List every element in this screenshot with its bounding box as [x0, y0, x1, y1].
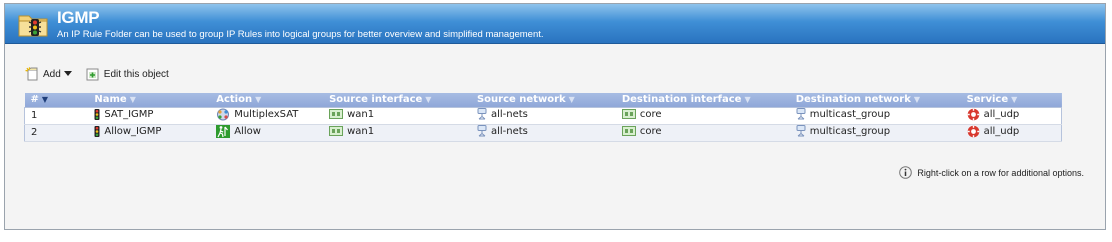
traffic-light-folder-icon — [18, 15, 48, 37]
column-header-action[interactable]: Action ▼ — [210, 93, 323, 107]
sort-icon: ▼ — [129, 95, 136, 105]
service: all_udp — [983, 125, 1020, 137]
column-header-source-network[interactable]: Source network ▼ — [471, 93, 616, 107]
edit-object-button[interactable]: Edit this object — [86, 67, 169, 81]
header-banner: IGMP An IP Rule Folder can be used to gr… — [5, 4, 1105, 44]
traffic-light-icon — [94, 108, 100, 120]
rules-table: # ▼ Name ▼ Action ▼ Source interface ▼ Sourc… — [24, 93, 1062, 142]
service-icon — [967, 108, 979, 120]
context-hint-text: Right-click on a row for additional opti… — [917, 167, 1084, 178]
destination-network: multicast_group — [809, 125, 891, 137]
edit-object-label: Edit this object — [103, 68, 169, 80]
allow-icon — [216, 124, 231, 138]
network-address-icon — [477, 125, 487, 137]
sort-icon: ▼ — [913, 95, 921, 105]
page-description: An IP Rule Folder can be used to group I… — [57, 29, 544, 40]
column-header-service[interactable]: Service ▼ — [961, 93, 1062, 107]
interface-icon — [329, 109, 344, 120]
add-button[interactable]: Add — [25, 67, 72, 81]
source-network: all-nets — [490, 108, 528, 120]
row-index: 1 — [24, 107, 89, 125]
sort-icon: ▼ — [744, 95, 751, 105]
rule-action: MultiplexSAT — [234, 108, 299, 120]
info-icon — [899, 166, 913, 179]
add-item-icon — [25, 67, 38, 81]
column-header-index[interactable]: # ▼ — [25, 93, 89, 107]
service-icon — [967, 125, 979, 137]
source-interface: wan1 — [347, 108, 375, 120]
table-row[interactable]: 2 Allow_IGMP Allow wan1 all-nets core mu… — [24, 124, 1062, 142]
rule-action: Allow — [234, 125, 261, 137]
destination-interface: core — [639, 108, 662, 120]
sort-desc-icon: ▼ — [41, 95, 49, 105]
service: all_udp — [983, 108, 1020, 120]
toolbar: Add Edit this object — [25, 65, 183, 83]
column-header-destination-interface[interactable]: Destination interface ▼ — [616, 93, 790, 107]
add-button-label: Add — [43, 68, 61, 80]
network-address-icon — [477, 108, 487, 120]
interface-icon — [621, 126, 636, 137]
edit-object-icon — [86, 68, 99, 81]
sort-icon: ▼ — [568, 95, 575, 105]
chevron-down-icon — [63, 71, 72, 76]
traffic-light-icon — [94, 125, 100, 137]
rule-name: Allow_IGMP — [104, 125, 162, 137]
sort-icon: ▼ — [255, 95, 262, 105]
table-header-row: # ▼ Name ▼ Action ▼ Source interface ▼ Sourc… — [24, 93, 1062, 107]
multiplex-icon — [217, 108, 230, 120]
network-address-icon — [796, 125, 806, 137]
interface-icon — [329, 126, 344, 137]
destination-interface: core — [639, 125, 662, 137]
rule-name: SAT_IGMP — [104, 108, 154, 120]
column-header-destination-network[interactable]: Destination network ▼ — [790, 93, 961, 107]
column-header-name[interactable]: Name ▼ — [88, 93, 210, 107]
interface-icon — [621, 109, 636, 120]
row-index: 2 — [24, 124, 89, 142]
sort-icon: ▼ — [425, 95, 432, 105]
network-address-icon — [796, 108, 806, 120]
table-row[interactable]: 1 SAT_IGMP MultiplexSAT wan1 all-nets co… — [24, 107, 1062, 125]
column-header-source-interface[interactable]: Source interface ▼ — [323, 93, 471, 107]
context-hint: Right-click on a row for additional opti… — [899, 166, 1084, 179]
sort-icon: ▼ — [1011, 95, 1018, 105]
source-network: all-nets — [490, 125, 528, 137]
page-title: IGMP — [57, 8, 100, 27]
destination-network: multicast_group — [809, 108, 891, 120]
source-interface: wan1 — [347, 125, 375, 137]
